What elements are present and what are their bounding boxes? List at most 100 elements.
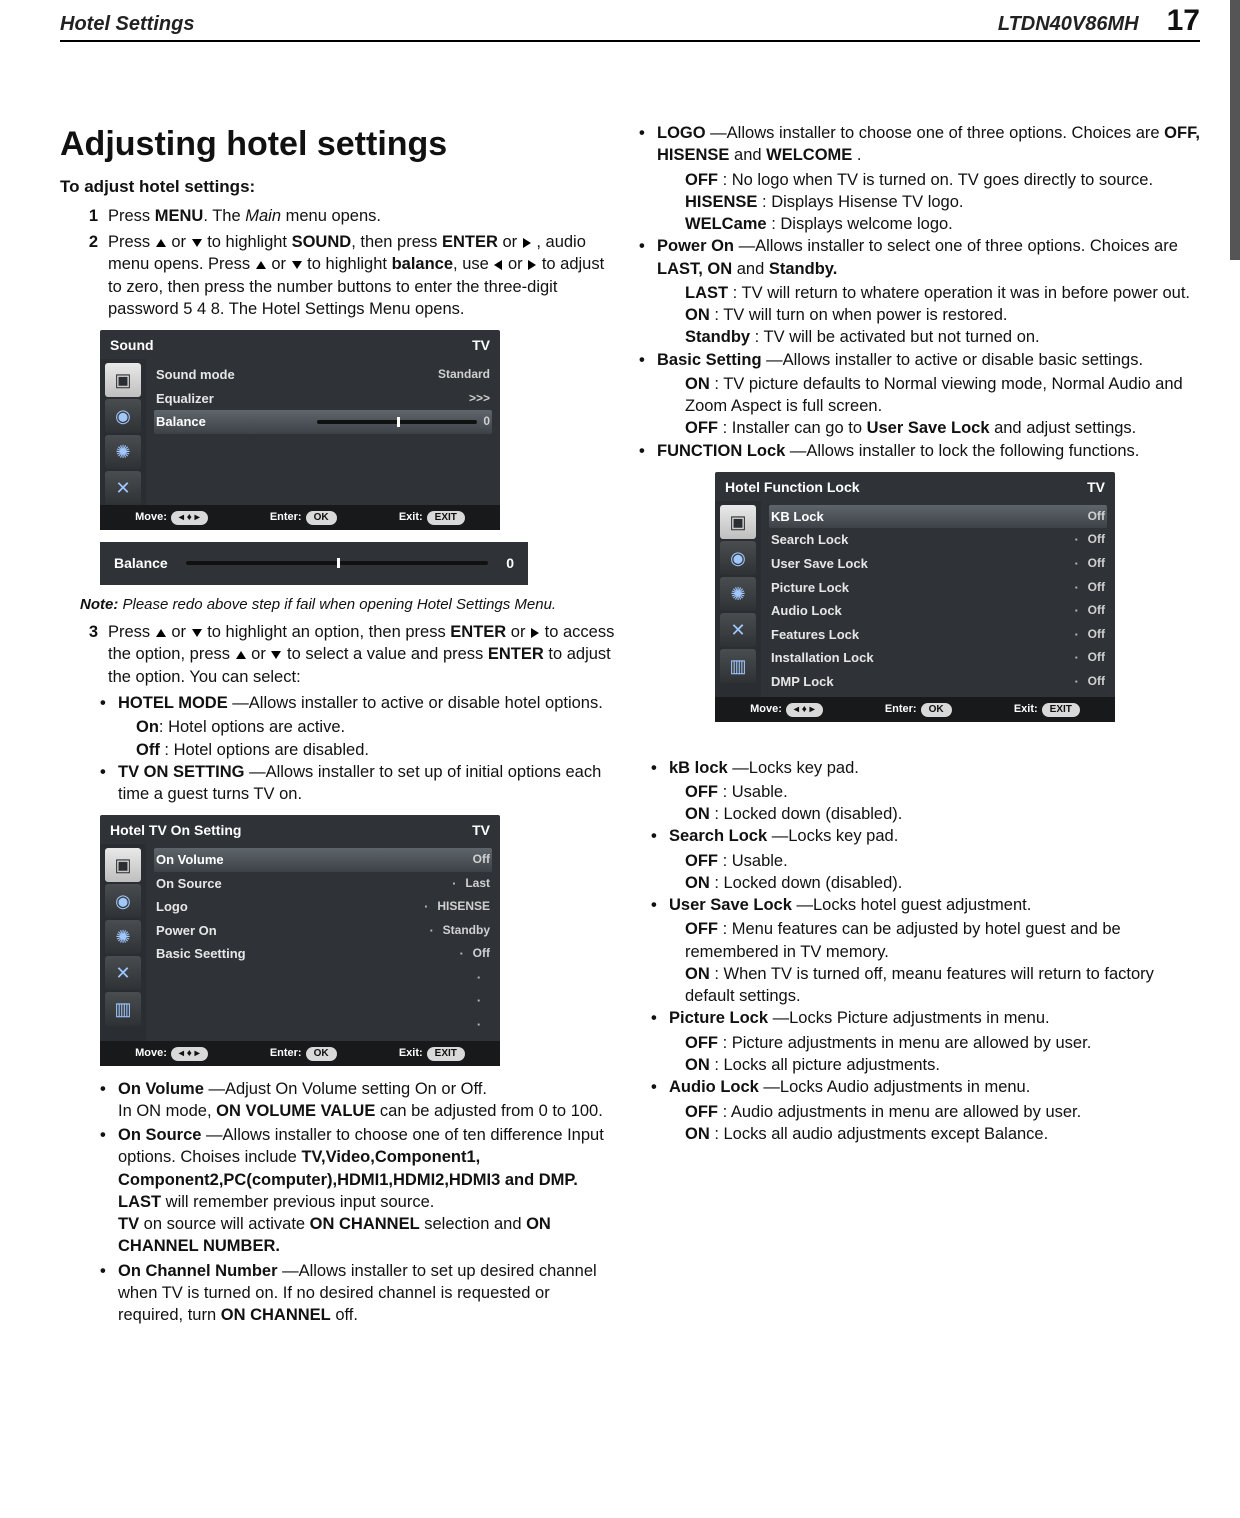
text: and [729, 146, 766, 164]
text: Press [108, 623, 155, 641]
poweron-standby: Standby : TV will be activated but not t… [685, 326, 1200, 348]
poweron-on: ON : TV will turn on when power is resto… [685, 304, 1200, 326]
step-number: 3 [80, 621, 98, 688]
text: : Locks all audio adjustments except Bal… [710, 1125, 1048, 1143]
text: or [247, 645, 271, 663]
arrow-right-icon [531, 628, 539, 638]
label: On Source [156, 875, 449, 893]
text: , then press [351, 233, 442, 251]
arrow-left-icon [494, 260, 502, 270]
pic-on: ON : Locks all picture adjustments. [685, 1054, 1200, 1076]
logo-welcome: WELCame : Displays welcome logo. [685, 213, 1200, 235]
bullet-user-save-lock: •User Save Lock —Locks hotel guest adjus… [651, 894, 1200, 916]
main-label: Main [245, 207, 281, 225]
text: —Allows installer to active or disable h… [228, 694, 603, 712]
note-text: Please redo above step if fail when open… [118, 596, 556, 613]
arrow-down-icon [192, 239, 202, 247]
bullet-on-source: • On Source —Allows installer to choose … [100, 1124, 615, 1258]
osd-row: Search Lock·Off [769, 528, 1107, 552]
basic-off: OFF : Installer can go to User Save Lock… [685, 417, 1200, 439]
bullet-tv-on-setting: • TV ON SETTING —Allows installer to set… [100, 761, 615, 806]
text: : Audio adjustments in menu are allowed … [718, 1103, 1081, 1121]
text: or [267, 255, 291, 273]
text: : Locked down (disabled). [710, 874, 903, 892]
osd-row: DMP Lock·Off [769, 670, 1107, 694]
header-rule [60, 40, 1200, 42]
value: Off [1082, 649, 1105, 667]
step-3: 3 Press or to highlight an option, then … [80, 621, 615, 688]
text: menu opens. [281, 207, 381, 225]
label: Equalizer [156, 390, 463, 408]
label: On Volume [156, 851, 457, 869]
osd-icon-column: ▣ ◉ ✺ ✕ [100, 359, 146, 505]
text: to highlight an option, then press [203, 623, 451, 641]
arrow-up-icon [156, 629, 166, 637]
value: HISENSE [431, 898, 490, 916]
osd-tv: TV [472, 336, 490, 355]
text: —Allows installer to lock the following … [785, 442, 1139, 460]
text: Press [108, 233, 155, 251]
bullet-function-lock: • FUNCTION Lock —Allows installer to loc… [639, 440, 1200, 462]
osd-row: KB Lock Off [769, 505, 1107, 529]
osd-footer: Move:◂ ♦ ▸ Enter:OK Exit:EXIT [715, 697, 1115, 722]
value: Off [1082, 579, 1105, 597]
balance-label: Balance [114, 554, 168, 573]
step-number: 1 [80, 205, 98, 227]
value: Off [1082, 508, 1105, 526]
label: User Save Lock [771, 555, 1072, 573]
label: LAST, ON [657, 260, 732, 278]
label: OFF [685, 171, 718, 189]
arrow-up-icon [236, 651, 246, 659]
osd-icon-column: ▣ ◉ ✺ ✕ ▥ [715, 501, 761, 697]
arrow-up-icon [256, 261, 266, 269]
label: LOGO [657, 124, 706, 142]
text: or [167, 623, 191, 641]
label: OFF [685, 419, 718, 437]
label: OFF [685, 852, 718, 870]
text: or [498, 233, 522, 251]
exit-pill: EXIT [427, 511, 465, 525]
bullet-on-channel-number: • On Channel Number —Allows installer to… [100, 1260, 615, 1327]
label: ON [685, 1125, 710, 1143]
osd-sound: Sound TV ▣ ◉ ✺ ✕ Sound mode Standard [100, 330, 500, 530]
label: KB Lock [771, 508, 1072, 526]
page-number: 17 [1167, 4, 1200, 38]
text: on source will activate [139, 1215, 310, 1233]
text: , use [453, 255, 493, 273]
label: On Source [118, 1126, 201, 1144]
aud-on: ON : Locks all audio adjustments except … [685, 1123, 1200, 1145]
label: Sound mode [156, 366, 432, 384]
osd-row-empty: · [154, 1013, 492, 1037]
label: ON CHANNEL [221, 1306, 331, 1324]
text: —Locks key pad. [728, 759, 859, 777]
picture-tab-icon: ▣ [720, 505, 756, 539]
text: —Allows installer to choose one of three… [706, 124, 1165, 142]
enter-label: ENTER [442, 233, 498, 251]
label: OFF [685, 920, 718, 938]
settings-tab-icon: ✺ [105, 435, 141, 469]
label: ON [526, 1215, 551, 1233]
search-on: ON : Locked down (disabled). [685, 872, 1200, 894]
label: Balance [156, 413, 317, 431]
exit-label: Exit: [1014, 703, 1038, 715]
tools-tab-icon: ✕ [720, 613, 756, 647]
value: Standard [432, 366, 490, 384]
exit-pill: EXIT [1042, 703, 1080, 717]
label: Picture Lock [771, 579, 1072, 597]
osd-row: Basic Seetting·Off [154, 942, 492, 966]
value: Off [1082, 626, 1105, 644]
text: —Allows installer to active or disable b… [762, 351, 1144, 369]
label: ON VOLUME VALUE [216, 1102, 375, 1120]
arrow-down-icon [192, 629, 202, 637]
usl-off: OFF : Menu features can be adjusted by h… [685, 918, 1200, 963]
text: Press [108, 207, 155, 225]
ok-pill: OK [306, 1047, 337, 1061]
text: : Installer can go to [718, 419, 867, 437]
nav-pill: ◂ ♦ ▸ [786, 703, 823, 717]
label: OFF [685, 1034, 718, 1052]
arrow-down-icon [271, 651, 281, 659]
intro-line: To adjust hotel settings: [60, 176, 615, 199]
text: selection and [420, 1215, 526, 1233]
value: Last [459, 875, 490, 893]
note-label: Note: [80, 596, 118, 613]
